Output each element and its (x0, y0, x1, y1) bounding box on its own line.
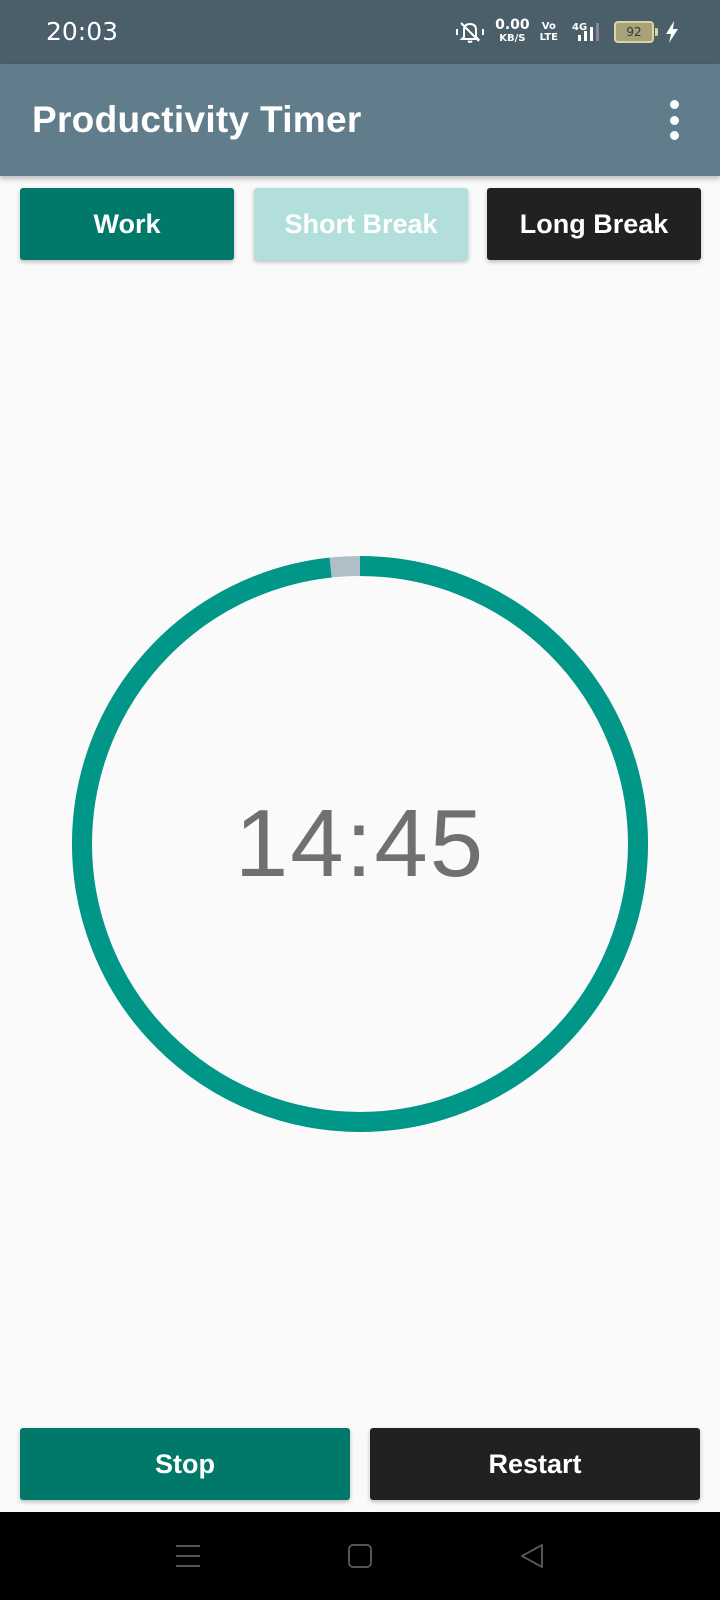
long-break-button[interactable]: Long Break (487, 188, 701, 260)
volte-bottom: LTE (539, 32, 558, 43)
network-speed-unit: KB/S (499, 33, 526, 44)
menu-dot (669, 100, 679, 109)
menu-dot (669, 115, 679, 125)
status-time: 20:03 (46, 17, 119, 46)
battery-indicator: 92 (614, 21, 658, 43)
app-screen: 20:03 0.00 KB/S Vo LTE 4G 92 Productivit… (0, 0, 720, 1600)
app-title: Productivity Timer (32, 99, 362, 140)
volte-top: Vo (541, 21, 556, 32)
menu-dot (669, 131, 679, 140)
back-icon[interactable] (512, 1536, 552, 1576)
status-icons: 0.00 KB/S Vo LTE 4G 92 (455, 16, 680, 48)
home-icon[interactable] (340, 1536, 380, 1576)
volte-indicator: Vo LTE (540, 21, 558, 43)
signal-4g-icon: 4G (572, 22, 599, 41)
recent-apps-icon[interactable] (168, 1536, 208, 1576)
timer-display: 14:45 (234, 790, 486, 897)
charging-bolt-icon (666, 21, 678, 43)
timer-ring: 14:45 (72, 556, 648, 1132)
more-vert-icon[interactable] (666, 100, 682, 140)
network-speed-value: 0.00 (495, 17, 530, 33)
stop-button[interactable]: Stop (20, 1428, 350, 1500)
network-speed: 0.00 KB/S (495, 17, 530, 45)
work-button[interactable]: Work (20, 188, 234, 260)
system-nav-bar (0, 1512, 720, 1600)
short-break-button[interactable]: Short Break (254, 188, 468, 260)
status-bar: 20:03 0.00 KB/S Vo LTE 4G 92 (0, 0, 720, 64)
app-bar: Productivity Timer (0, 64, 720, 176)
mute-bell-icon (456, 22, 485, 43)
restart-button[interactable]: Restart (370, 1428, 700, 1500)
